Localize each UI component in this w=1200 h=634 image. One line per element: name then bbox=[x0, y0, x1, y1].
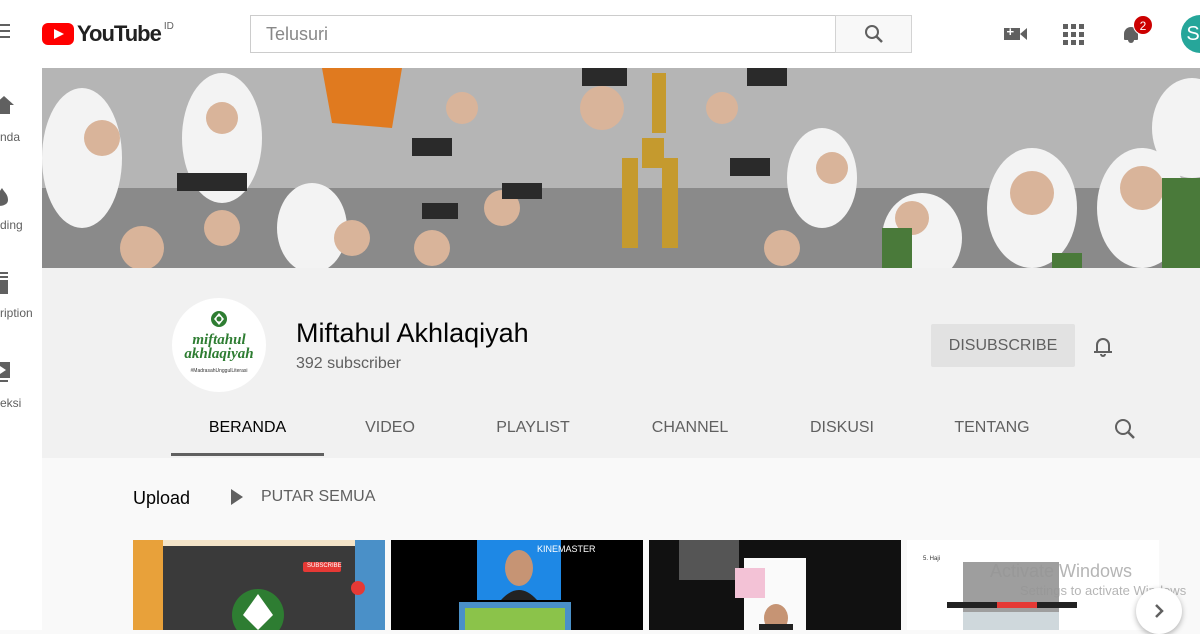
trending-icon bbox=[0, 188, 8, 206]
chevron-right-icon bbox=[1155, 604, 1164, 618]
thumbnail-overlay-text: SUBSCRIBE bbox=[307, 563, 342, 569]
tab-channel[interactable]: CHANNEL bbox=[632, 402, 748, 456]
tab-playlist[interactable]: PLAYLIST bbox=[472, 402, 594, 456]
video-thumbnail[interactable]: SUBSCRIBE bbox=[133, 540, 385, 630]
os-activation-watermark: Activate Windows bbox=[990, 561, 1133, 581]
banner-photo bbox=[42, 68, 1200, 268]
notification-settings-button[interactable] bbox=[1094, 336, 1112, 358]
mini-guide-sidebar: nda ding ription eksi bbox=[0, 68, 42, 630]
search-icon bbox=[864, 25, 883, 43]
search-button[interactable] bbox=[835, 15, 912, 53]
channel-banner bbox=[42, 68, 1200, 268]
sidebar-item-library[interactable]: eksi bbox=[0, 358, 42, 418]
video-thumbnail[interactable]: KINEMASTER bbox=[391, 540, 643, 630]
tab-video[interactable]: VIDEO bbox=[340, 402, 440, 456]
thumbnail-image bbox=[649, 540, 901, 630]
library-icon bbox=[0, 362, 10, 382]
section-title[interactable]: Upload bbox=[133, 488, 190, 509]
thumbnail-image bbox=[391, 540, 643, 630]
shelf-next-button[interactable] bbox=[1136, 588, 1182, 634]
sidebar-item-home[interactable]: nda bbox=[0, 92, 42, 152]
channel-avatar[interactable]: miftahul akhlaqiyah #MadrasahUnggulLiter… bbox=[172, 298, 266, 392]
notification-badge: 2 bbox=[1133, 15, 1153, 35]
apps-grid-icon bbox=[1062, 23, 1084, 45]
sidebar-item-label: nda bbox=[0, 130, 21, 144]
subscribed-button[interactable]: DISUBSCRIBE bbox=[931, 324, 1075, 367]
create-video-button[interactable] bbox=[1001, 20, 1029, 48]
user-avatar[interactable]: S bbox=[1181, 15, 1200, 53]
madrasah-emblem-icon bbox=[211, 311, 227, 327]
logo-country-code: ID bbox=[163, 20, 174, 32]
search-input[interactable]: Telusuri bbox=[250, 15, 835, 53]
channel-tabs: BERANDA VIDEO PLAYLIST CHANNEL DISKUSI T… bbox=[42, 402, 1200, 458]
subscriptions-icon bbox=[0, 272, 8, 294]
search-placeholder: Telusuri bbox=[266, 23, 329, 44]
sidebar-item-label: eksi bbox=[0, 396, 22, 410]
hamburger-menu-icon[interactable] bbox=[0, 24, 10, 38]
play-all-label: PUTAR SEMUA bbox=[261, 488, 376, 505]
masthead: YouTube ID Telusuri 2 S bbox=[0, 0, 1200, 68]
thumbnail-overlay-text: 5. Haji bbox=[923, 556, 941, 562]
home-icon bbox=[0, 96, 14, 114]
channel-avatar-line2: akhlaqiyah bbox=[184, 346, 254, 362]
video-camera-icon bbox=[1003, 24, 1027, 40]
apps-button[interactable] bbox=[1059, 20, 1087, 48]
play-all-button[interactable]: PUTAR SEMUA bbox=[231, 488, 375, 506]
thumbnail-image bbox=[133, 540, 385, 630]
sidebar-item-label: ding bbox=[0, 218, 23, 232]
sidebar-item-subscriptions[interactable]: ription bbox=[0, 268, 42, 328]
tab-beranda[interactable]: BERANDA bbox=[171, 402, 324, 456]
channel-search-icon[interactable] bbox=[1114, 418, 1136, 440]
play-icon bbox=[231, 489, 243, 505]
uploads-section: Upload PUTAR SEMUA SUBSCRIBE KINEMASTER bbox=[42, 458, 1200, 630]
video-thumbnail[interactable] bbox=[649, 540, 901, 630]
youtube-logo[interactable]: YouTube ID bbox=[42, 20, 174, 46]
youtube-play-icon bbox=[42, 23, 74, 45]
subscriber-count: 392 subscriber bbox=[296, 355, 401, 372]
sidebar-item-trending[interactable]: ding bbox=[0, 180, 42, 240]
channel-avatar-tagline: #MadrasahUnggulLiterasi bbox=[190, 368, 248, 374]
tab-diskusi[interactable]: DISKUSI bbox=[788, 402, 896, 456]
channel-title: Miftahul Akhlaqiyah bbox=[296, 318, 529, 348]
logo-text: YouTube bbox=[77, 21, 162, 46]
thumbnail-overlay-text: KINEMASTER bbox=[537, 544, 596, 554]
sidebar-item-label: ription bbox=[0, 306, 33, 320]
tab-tentang[interactable]: TENTANG bbox=[937, 402, 1047, 456]
